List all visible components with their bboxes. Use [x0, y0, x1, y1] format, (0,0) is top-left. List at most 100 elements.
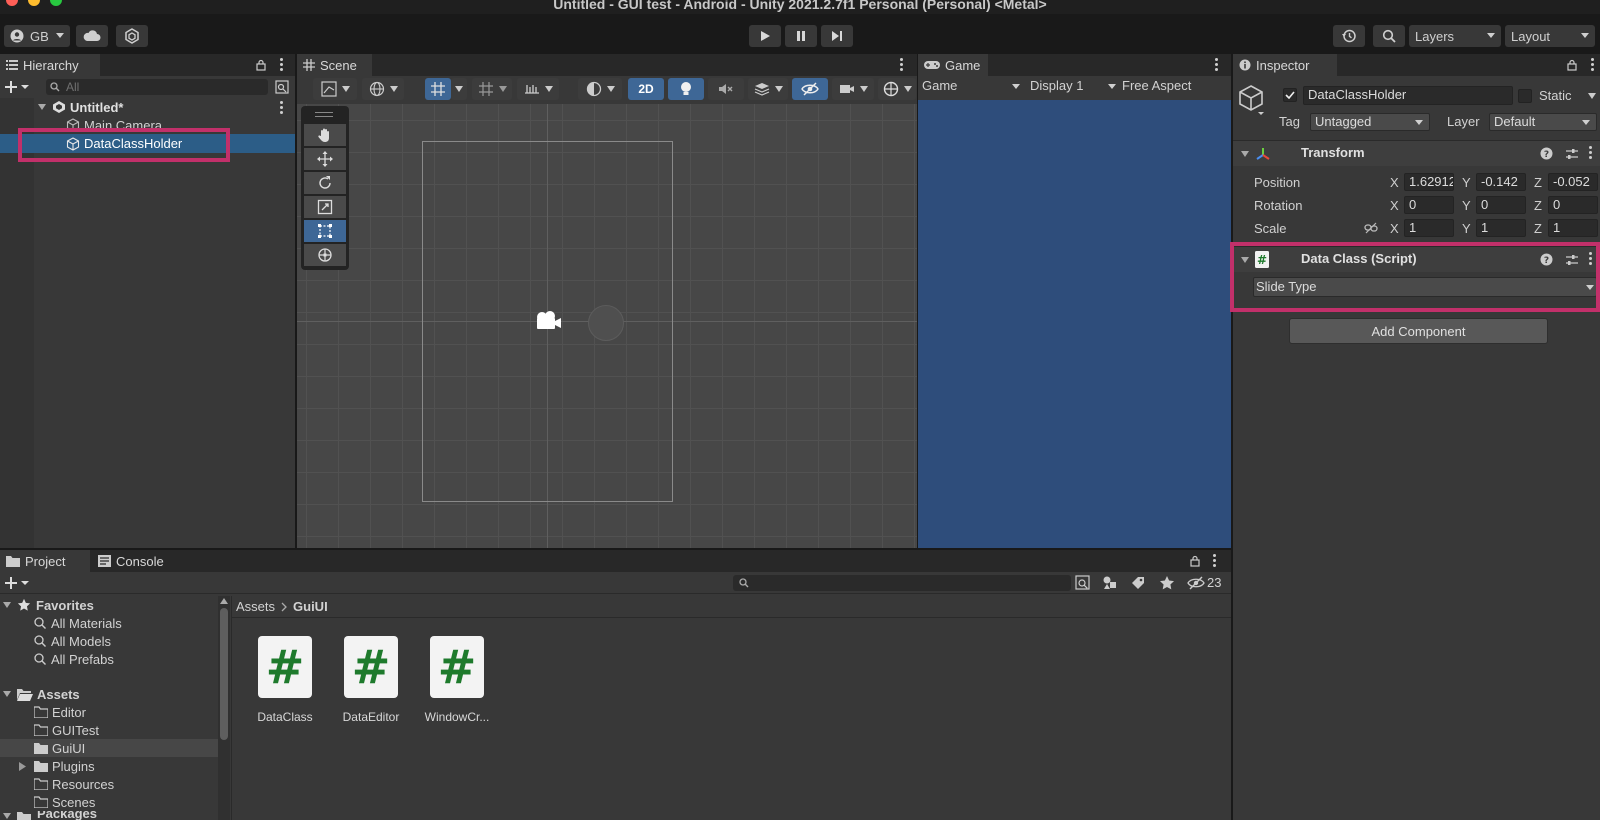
game-menu-icon[interactable]: [1215, 58, 1218, 73]
hierarchy-menu-icon[interactable]: [280, 58, 283, 73]
layers-dropdown[interactable]: Layers: [1409, 25, 1501, 47]
gizmos-dropdown[interactable]: [878, 78, 916, 100]
lighting-toggle[interactable]: [668, 78, 704, 100]
folder-scenes[interactable]: Scenes: [0, 793, 218, 811]
grid-snapping-dropdown[interactable]: [451, 78, 467, 100]
lock-icon[interactable]: [1190, 555, 1200, 567]
scale-x-field[interactable]: 1: [1404, 219, 1454, 237]
pause-button[interactable]: [785, 25, 817, 47]
preset-icon[interactable]: [1565, 253, 1579, 267]
asset-file-dataeditor[interactable]: # DataEditor: [329, 636, 413, 724]
slide-type-dropdown[interactable]: Slide Type: [1253, 277, 1597, 297]
add-component-button[interactable]: Add Component: [1289, 318, 1548, 344]
asset-file-windowcreator[interactable]: # WindowCr...: [415, 636, 499, 724]
rotate-tool-button[interactable]: [304, 172, 346, 194]
rect-tool-button[interactable]: [304, 220, 346, 242]
camera-settings-dropdown[interactable]: [832, 78, 874, 100]
camera-gizmo-icon[interactable]: [533, 309, 563, 333]
transform-tool-button[interactable]: [304, 244, 346, 266]
grid-visibility-dropdown[interactable]: [472, 78, 512, 100]
lock-icon[interactable]: [1567, 59, 1577, 71]
rotation-x-field[interactable]: 0: [1404, 196, 1454, 214]
collapsed-arrow-icon[interactable]: [19, 761, 26, 771]
project-tree-scrollbar[interactable]: [218, 596, 230, 820]
script-component-menu-icon[interactable]: [1589, 252, 1592, 267]
unlinked-chain-icon[interactable]: [1364, 222, 1378, 234]
scrollbar-thumb[interactable]: [220, 608, 228, 740]
search-by-type-icon[interactable]: [1075, 575, 1091, 591]
folder-plugins[interactable]: Plugins: [0, 757, 218, 775]
play-button[interactable]: [749, 25, 781, 47]
tab-scene[interactable]: Scene: [297, 54, 372, 76]
undo-history-button[interactable]: [1333, 25, 1365, 47]
hierarchy-item-dataclassholder[interactable]: DataClassHolder: [0, 134, 295, 153]
move-tool-button[interactable]: [304, 148, 346, 170]
layer-dropdown[interactable]: Default: [1489, 113, 1597, 131]
scene-root-row[interactable]: Untitled*: [0, 98, 295, 116]
grid-snapping-toggle[interactable]: [425, 78, 451, 100]
search-by-type-icon[interactable]: [275, 80, 289, 94]
account-dropdown[interactable]: GB: [4, 25, 70, 47]
aspect-dropdown[interactable]: Free Aspect: [1122, 78, 1230, 96]
search-button[interactable]: [1373, 25, 1405, 47]
folder-editor[interactable]: Editor: [0, 703, 218, 721]
step-button[interactable]: [821, 25, 853, 47]
scale-y-field[interactable]: 1: [1476, 219, 1526, 237]
scene-menu-icon[interactable]: [900, 58, 903, 73]
collab-button[interactable]: [116, 25, 148, 47]
hierarchy-search-input[interactable]: All: [46, 79, 268, 95]
assets-row[interactable]: Assets: [0, 685, 218, 703]
help-icon[interactable]: ?: [1540, 147, 1553, 160]
star-icon[interactable]: [1159, 575, 1175, 591]
audio-toggle[interactable]: [708, 78, 744, 100]
draw-mode-dropdown[interactable]: [313, 78, 357, 100]
favorites-row[interactable]: Favorites: [0, 596, 218, 614]
asset-file-dataclass[interactable]: # DataClass: [243, 636, 327, 724]
2d-mode-toggle[interactable]: 2D: [628, 78, 664, 100]
scene-menu-icon[interactable]: [280, 101, 283, 116]
chevron-down-icon[interactable]: [1588, 93, 1596, 99]
hand-tool-button[interactable]: [304, 124, 346, 146]
favorite-item-all-prefabs[interactable]: All Prefabs: [0, 650, 218, 668]
position-y-field[interactable]: -0.142: [1476, 173, 1526, 191]
shading-dropdown[interactable]: [578, 78, 622, 100]
tab-game[interactable]: Game: [918, 54, 988, 76]
project-menu-icon[interactable]: [1213, 554, 1216, 569]
display-dropdown[interactable]: Display 1: [1030, 78, 1118, 96]
filter-by-label-icon[interactable]: [1130, 575, 1146, 591]
project-search-input[interactable]: [733, 575, 1071, 591]
favorite-item-all-models[interactable]: All Models: [0, 632, 218, 650]
cloud-button[interactable]: [76, 25, 108, 47]
transform-header[interactable]: Transform ?: [1233, 140, 1600, 166]
rotation-y-field[interactable]: 0: [1476, 196, 1526, 214]
game-view-dropdown[interactable]: Game: [922, 78, 1022, 96]
render-dropdown[interactable]: [362, 78, 404, 100]
tab-project[interactable]: Project: [0, 550, 90, 572]
help-icon[interactable]: ?: [1540, 253, 1553, 266]
increment-snap-dropdown[interactable]: [517, 78, 559, 100]
expand-arrow-icon[interactable]: [3, 812, 11, 820]
effects-dropdown[interactable]: [748, 78, 788, 100]
tab-hierarchy[interactable]: Hierarchy: [0, 54, 100, 76]
gameobject-gizmo[interactable]: [588, 305, 624, 341]
scale-tool-button[interactable]: [304, 196, 346, 218]
lock-icon[interactable]: [256, 59, 266, 71]
inspector-menu-icon[interactable]: [1591, 58, 1594, 73]
palette-drag-handle[interactable]: [315, 112, 333, 117]
tag-dropdown[interactable]: Untagged: [1310, 113, 1430, 131]
expand-arrow-icon[interactable]: [3, 690, 11, 698]
folder-resources[interactable]: Resources: [0, 775, 218, 793]
position-z-field[interactable]: -0.052: [1548, 173, 1598, 191]
scale-z-field[interactable]: 1: [1548, 219, 1598, 237]
scroll-up-icon[interactable]: [220, 598, 228, 604]
expand-arrow-icon[interactable]: [3, 601, 11, 609]
tab-inspector[interactable]: Inspector: [1233, 54, 1337, 76]
transform-menu-icon[interactable]: [1589, 146, 1592, 161]
layout-dropdown[interactable]: Layout: [1505, 25, 1595, 47]
active-checkbox[interactable]: [1283, 88, 1297, 102]
filter-by-type-icon[interactable]: [1102, 575, 1118, 591]
rotation-z-field[interactable]: 0: [1548, 196, 1598, 214]
expand-arrow-icon[interactable]: [38, 103, 46, 111]
tab-console[interactable]: Console: [92, 550, 178, 572]
preset-icon[interactable]: [1565, 147, 1579, 161]
